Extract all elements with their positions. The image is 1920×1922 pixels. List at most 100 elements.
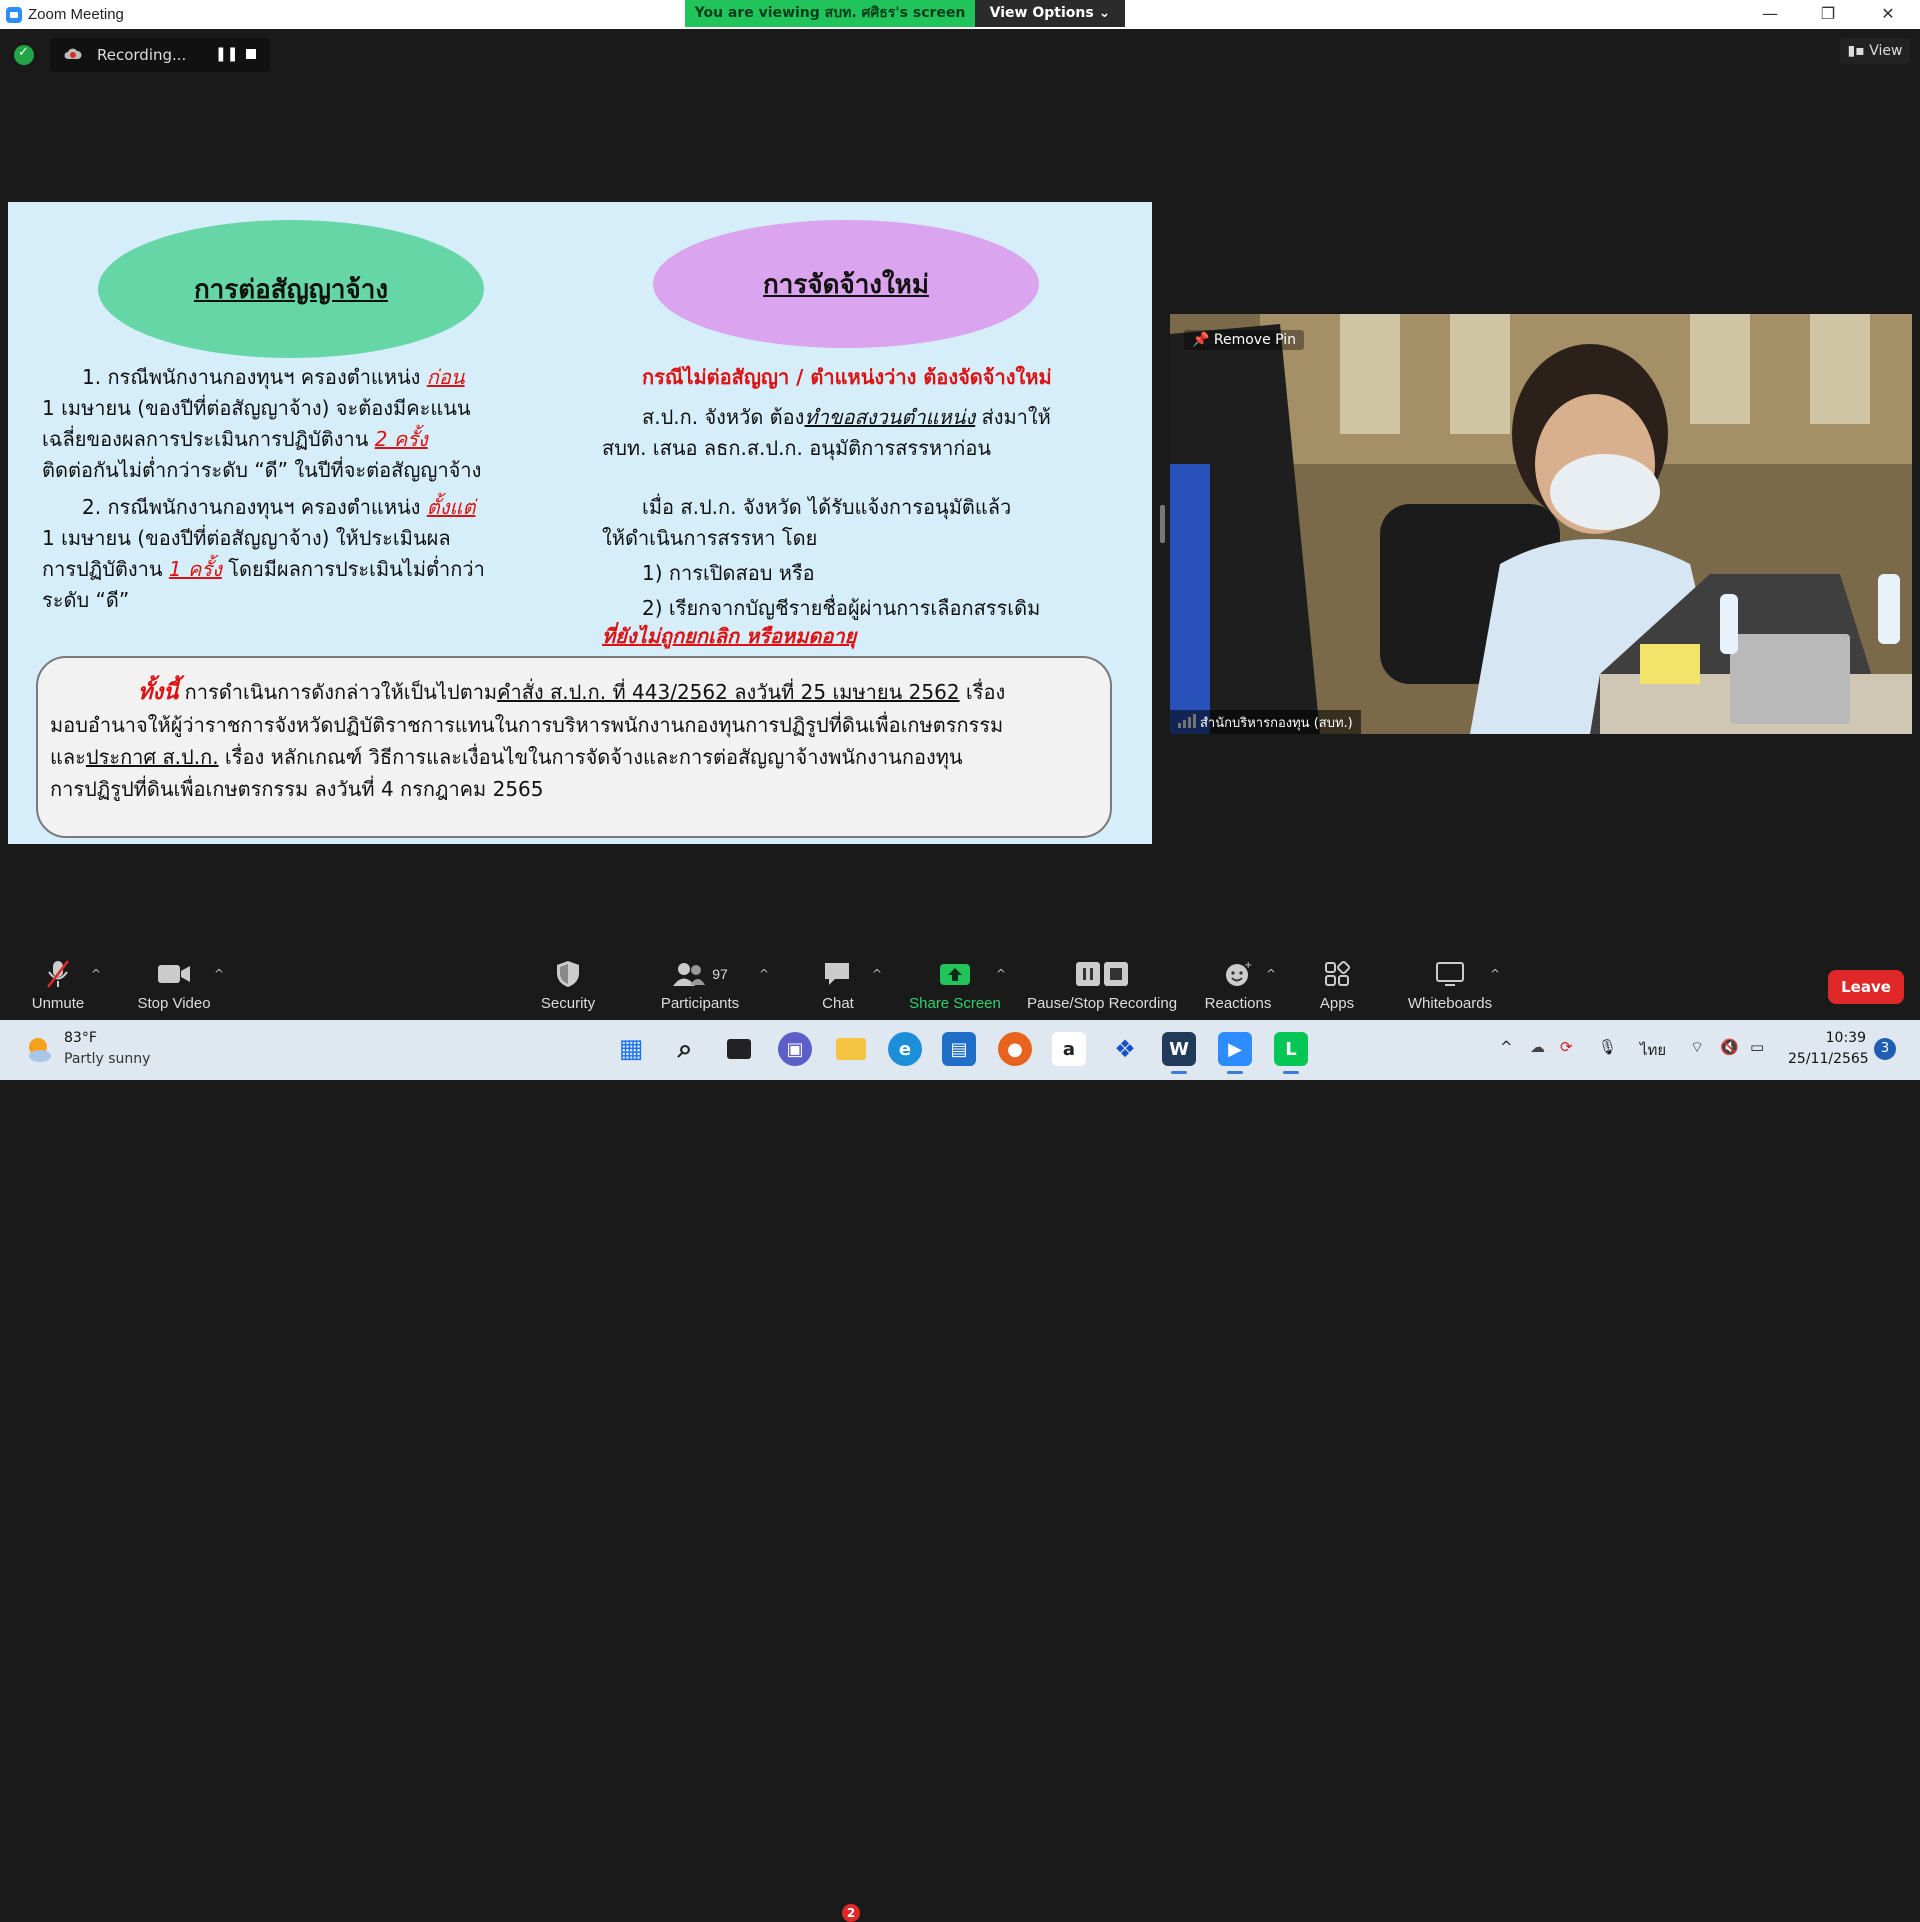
participant-video-tile[interactable]: 📌 Remove Pin สำนักบริหารกองทุน (สบท.)	[1170, 314, 1912, 734]
zoom-taskbar-icon[interactable]: ▶	[1218, 1032, 1252, 1074]
teams-chat-icon[interactable]: ▣	[778, 1032, 812, 1066]
edge-browser-icon[interactable]: e	[888, 1032, 922, 1066]
stop-video-button[interactable]: Stop Video	[130, 959, 218, 1012]
leave-button[interactable]: Leave	[1828, 970, 1904, 1004]
video-camera-icon	[130, 959, 218, 989]
zoom-app-icon	[6, 7, 22, 23]
reactions-button[interactable]: + Reactions	[1200, 959, 1276, 1012]
search-icon[interactable]: ⌕	[668, 1032, 702, 1066]
svg-text:+: +	[1244, 960, 1252, 971]
microsoft-store-icon[interactable]: ▤	[942, 1032, 976, 1066]
encryption-shield-icon[interactable]	[14, 45, 34, 65]
show-hidden-icons-chevron[interactable]: ^	[1500, 1038, 1513, 1056]
step1-d: สบท. เสนอ ลธก.ส.ป.ก. อนุมัติการสรรหาก่อน	[602, 436, 992, 460]
onedrive-cloud-icon[interactable]: ☁	[1530, 1038, 1545, 1056]
restore-button[interactable]: ❐	[1806, 2, 1850, 26]
whiteboards-options-caret[interactable]: ^	[1490, 967, 1500, 981]
whiteboards-button[interactable]: Whiteboards	[1400, 959, 1500, 1012]
minimize-button[interactable]: —	[1748, 2, 1792, 26]
unmute-label: Unmute	[31, 995, 85, 1012]
case2-since: ตั้งแต่	[426, 495, 476, 519]
case1-line4: ติดต่อกันไม่ต่ำกว่าระดับ “ดี” ในปีที่จะต…	[42, 458, 482, 482]
contract-renewal-heading: การต่อสัญญาจ้าง	[98, 220, 484, 358]
share-screen-button[interactable]: Share Screen	[906, 959, 1004, 1012]
renewal-case-1: 1. กรณีพนักงานกองทุนฯ ครองตำแหน่ง ก่อน 1…	[42, 362, 562, 486]
new-hiring-step-2: เมื่อ ส.ป.ก. จังหวัด ได้รับแจ้งการอนุมัต…	[602, 492, 1122, 648]
case2-line2: 1 เมษายน (ของปีที่ต่อสัญญาจ้าง) ให้ประเม…	[42, 526, 451, 550]
reactions-options-caret[interactable]: ^	[1266, 967, 1276, 981]
case2-one-time: 1 ครั้ง	[168, 557, 222, 581]
participants-button[interactable]: 97 Participants	[650, 959, 750, 1012]
firefox-browser-icon[interactable]: ●	[998, 1032, 1032, 1066]
stop-video-label: Stop Video	[137, 995, 211, 1012]
video-options-caret[interactable]: ^	[214, 967, 224, 981]
note-announcement-ref: ประกาศ ส.ป.ก.	[85, 745, 219, 769]
clock-time[interactable]: 10:39	[1822, 1030, 1866, 1046]
remove-pin-button[interactable]: 📌 Remove Pin	[1184, 330, 1305, 350]
task-view-icon[interactable]	[722, 1032, 756, 1066]
viewing-screen-banner: You are viewing สบท. ศศิธร's screen	[685, 0, 975, 27]
view-layout-icon: ▮▪	[1847, 43, 1865, 59]
wifi-icon[interactable]: ⌔	[1690, 1038, 1704, 1057]
case1-line2: 1 เมษายน (ของปีที่ต่อสัญญาจ้าง) จะต้องมี…	[42, 396, 471, 420]
apps-grid-icon	[1306, 959, 1368, 989]
step2-not-expired: ที่ยังไม่ถูกยกเลิก หรือหมดอายุ	[602, 624, 857, 648]
chat-unread-badge: 2	[842, 1904, 860, 1922]
webex-icon[interactable]: W	[1162, 1032, 1196, 1074]
participants-count: 97	[712, 966, 728, 982]
recording-label: Recording...	[97, 46, 187, 64]
apps-button[interactable]: Apps	[1306, 959, 1368, 1012]
note-lead: ทั้งนี้	[138, 680, 179, 705]
video-feed-image	[1170, 314, 1912, 734]
partly-sunny-icon[interactable]	[24, 1034, 54, 1064]
note-d: มอบอำนาจให้ผู้ว่าราชการจังหวัดปฏิบัติราช…	[50, 713, 1004, 737]
new-hiring-subheading: กรณีไม่ต่อสัญญา / ตำแหน่งว่าง ต้องจัดจ้า…	[642, 365, 1052, 389]
pause-stop-recording-label: Pause/Stop Recording	[1026, 995, 1178, 1012]
note-h: การปฏิรูปที่ดินเพื่อเกษตรกรรม ลงวันที่ 4…	[50, 777, 544, 801]
window-title: Zoom Meeting	[28, 6, 124, 23]
clock-date[interactable]: 25/11/2565	[1788, 1051, 1869, 1067]
stop-recording-icon[interactable]	[246, 49, 256, 59]
whiteboards-label: Whiteboards	[1407, 995, 1493, 1012]
reactions-label: Reactions	[1204, 995, 1272, 1012]
windows-start-icon[interactable]: ▦	[614, 1032, 648, 1066]
security-label: Security	[540, 995, 596, 1012]
close-button[interactable]: ✕	[1866, 2, 1910, 26]
remove-pin-label: Remove Pin	[1213, 332, 1297, 348]
chat-button[interactable]: Chat	[810, 959, 866, 1012]
case2-line1: 2. กรณีพนักงานกองทุนฯ ครองตำแหน่ง	[82, 495, 427, 519]
note-order-ref: คำสั่ง ส.ป.ก. ที่ 443/2562 ลงวันที่ 25 เ…	[497, 680, 960, 704]
audio-options-caret[interactable]: ^	[91, 967, 101, 981]
note-c: เรื่อง	[959, 680, 1006, 704]
input-language-indicator[interactable]: ไทย	[1640, 1038, 1666, 1062]
step1-reserve-position: ทำขอสงวนตำแหน่ง	[804, 405, 976, 429]
share-options-caret[interactable]: ^	[996, 967, 1006, 981]
file-explorer-icon[interactable]	[834, 1032, 868, 1066]
new-hiring-heading: การจัดจ้างใหม่	[653, 220, 1039, 348]
sync-error-icon[interactable]: ⟳	[1560, 1038, 1573, 1056]
line-messenger-icon[interactable]: L	[1274, 1032, 1308, 1074]
weather-temperature: 83°F	[64, 1030, 97, 1046]
view-options-button[interactable]: View Options ⌄	[975, 0, 1125, 27]
new-hiring-step-1: ส.ป.ก. จังหวัด ต้องทำขอสงวนตำแหน่ง ส่งมา…	[602, 402, 1122, 464]
pane-resize-handle[interactable]	[1160, 505, 1165, 543]
note-g: เรื่อง หลักเกณฑ์ วิธีการและเงื่อนไขในการ…	[218, 745, 963, 769]
security-button[interactable]: Security	[530, 959, 606, 1012]
microphone-icon[interactable]: 🎙	[1598, 1038, 1617, 1056]
chat-options-caret[interactable]: ^	[872, 967, 882, 981]
speaker-muted-icon[interactable]: 🔇	[1720, 1038, 1739, 1056]
participants-options-caret[interactable]: ^	[759, 967, 769, 981]
unmute-button[interactable]: Unmute	[22, 959, 94, 1012]
notification-count-badge[interactable]: 3	[1874, 1038, 1896, 1060]
view-button[interactable]: ▮▪ View	[1840, 38, 1910, 64]
pause-stop-recording-button[interactable]: Pause/Stop Recording	[1026, 959, 1178, 1012]
battery-icon[interactable]: ▭	[1750, 1038, 1764, 1056]
pause-recording-icon[interactable]: ❚❚	[215, 46, 238, 62]
participants-icon: 97	[650, 959, 750, 989]
cloud-recording-icon	[64, 48, 82, 59]
dropbox-icon[interactable]: ❖	[1108, 1032, 1142, 1066]
amazon-icon[interactable]: a	[1052, 1032, 1086, 1066]
case2-line3b: โดยมีผลการประเมินไม่ต่ำกว่า	[221, 557, 485, 581]
apps-label: Apps	[1319, 995, 1355, 1012]
step2-option-2: 2) เรียกจากบัญชีรายชื่อผู้ผ่านการเลือกสร…	[642, 596, 1041, 620]
